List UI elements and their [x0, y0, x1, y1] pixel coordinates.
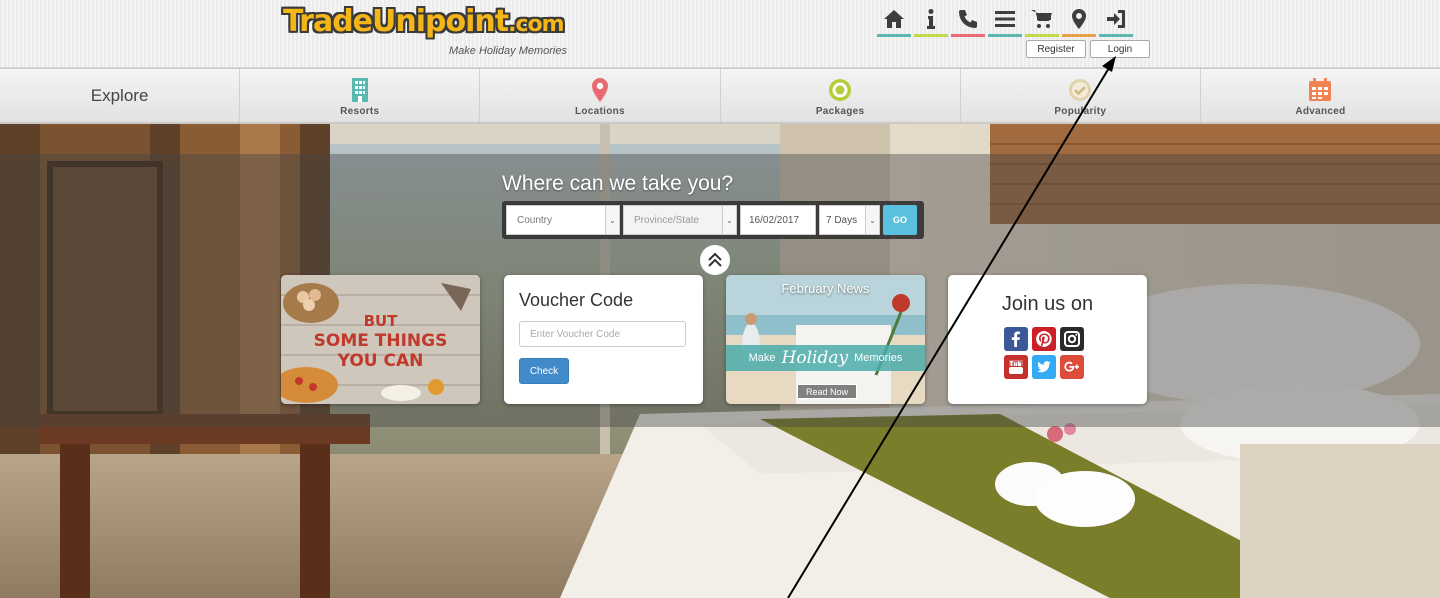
- auth-buttons: Register Login: [1026, 40, 1150, 58]
- country-select[interactable]: Country ⌄: [506, 205, 620, 235]
- building-icon: [351, 78, 368, 102]
- facebook-icon[interactable]: [1004, 327, 1028, 351]
- logo-tagline: Make Holiday Memories: [449, 45, 567, 57]
- target-icon: [829, 79, 852, 101]
- chevron-down-icon: ⌄: [865, 206, 879, 234]
- site-logo[interactable]: TradeUnipoint.com Make Holiday Memories: [283, 4, 583, 60]
- go-button[interactable]: GO: [883, 205, 917, 235]
- register-button[interactable]: Register: [1026, 40, 1086, 58]
- home-icon[interactable]: [877, 3, 911, 37]
- promo-text: BUT SOME THINGS YOU CAN: [313, 312, 448, 371]
- nav-item-advanced[interactable]: Advanced: [1201, 69, 1440, 122]
- news-card[interactable]: February News Make Holiday Memories Read…: [726, 275, 925, 404]
- social-card: Join us on: [948, 275, 1147, 404]
- hero-section: Where can we take you? Country ⌄ Province…: [0, 124, 1440, 598]
- nav-label-locations: Locations: [574, 106, 625, 117]
- voucher-code-input[interactable]: [519, 321, 686, 347]
- googleplus-icon[interactable]: [1060, 355, 1084, 379]
- nav-item-popularity[interactable]: Popularity: [961, 69, 1201, 122]
- explore-nav: Explore Resorts Locations Packages Popul…: [0, 69, 1440, 123]
- date-input[interactable]: 16/02/2017: [740, 205, 816, 235]
- search-heading: Where can we take you?: [502, 172, 734, 195]
- chevron-double-up-icon: [708, 252, 722, 267]
- logo-wordmark: TradeUnipoint.com: [283, 4, 565, 39]
- province-select[interactable]: Province/State ⌄: [623, 205, 737, 235]
- social-title: Join us on: [1001, 293, 1094, 315]
- collapse-button[interactable]: [700, 245, 730, 275]
- nav-label-packages: Packages: [815, 106, 865, 117]
- info-icon[interactable]: [914, 3, 948, 37]
- nav-explore-label: Explore: [90, 85, 149, 105]
- news-title: February News: [781, 281, 870, 296]
- check-circle-icon: [1069, 79, 1092, 101]
- calendar-icon: [1309, 78, 1332, 101]
- chevron-down-icon: ⌄: [605, 206, 619, 234]
- duration-select[interactable]: 7 Days ⌄: [819, 205, 880, 235]
- login-icon[interactable]: [1099, 3, 1133, 37]
- nav-label-advanced: Advanced: [1295, 106, 1346, 117]
- nav-label-resorts: Resorts: [340, 106, 380, 117]
- promo-card[interactable]: BUT SOME THINGS YOU CAN: [281, 275, 480, 404]
- nav-item-packages[interactable]: Packages: [721, 69, 961, 122]
- read-now-button[interactable]: Read Now: [797, 384, 857, 399]
- voucher-card: Voucher Code Check: [504, 275, 703, 404]
- nav-item-locations[interactable]: Locations: [480, 69, 721, 122]
- social-icons: [1004, 327, 1084, 379]
- voucher-title: Voucher Code: [519, 290, 634, 310]
- pinterest-icon[interactable]: [1032, 327, 1056, 351]
- menu-icon[interactable]: [988, 3, 1022, 37]
- chevron-down-icon: ⌄: [722, 206, 736, 234]
- login-button[interactable]: Login: [1090, 40, 1150, 58]
- youtube-icon[interactable]: [1004, 355, 1028, 379]
- check-button[interactable]: Check: [519, 358, 569, 384]
- nav-explore[interactable]: Explore: [0, 69, 241, 122]
- top-icon-bar: [877, 3, 1133, 37]
- news-banner: Make Holiday Memories: [726, 345, 925, 371]
- search-bar: Country ⌄ Province/State ⌄ 16/02/2017 7 Da…: [502, 201, 924, 239]
- site-header: TradeUnipoint.com Make Holiday Memories …: [0, 0, 1440, 68]
- phone-icon[interactable]: [951, 3, 985, 37]
- nav-item-resorts[interactable]: Resorts: [240, 69, 481, 122]
- twitter-icon[interactable]: [1032, 355, 1056, 379]
- nav-label-popularity: Popularity: [1054, 106, 1107, 117]
- location-icon[interactable]: [1062, 3, 1096, 37]
- instagram-icon[interactable]: [1060, 327, 1084, 351]
- cart-icon[interactable]: [1025, 3, 1059, 37]
- location-pin-icon: [591, 78, 608, 102]
